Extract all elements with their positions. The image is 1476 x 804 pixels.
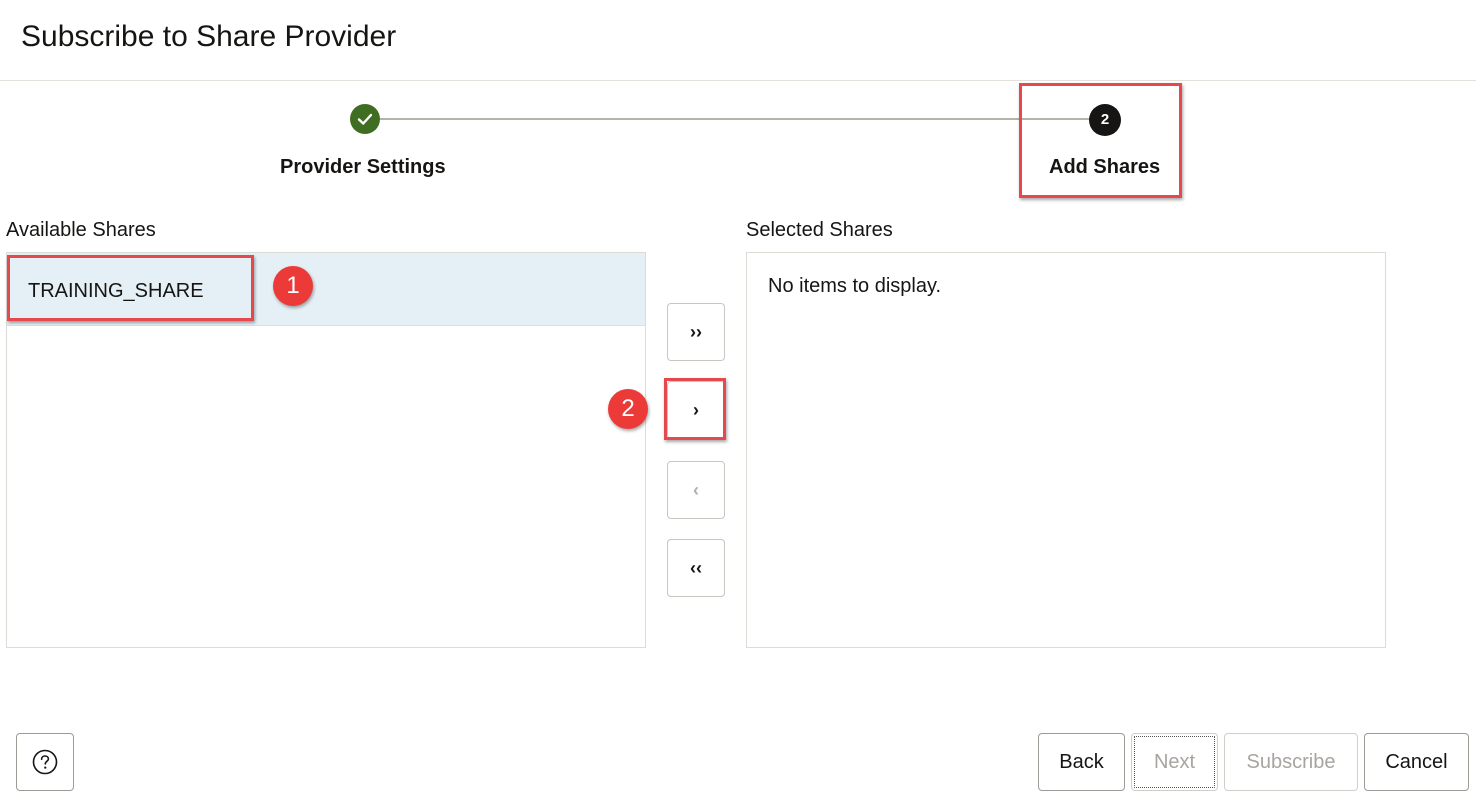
remove-all-button[interactable]: ‹‹: [667, 539, 725, 597]
subscribe-button[interactable]: Subscribe: [1224, 733, 1358, 791]
train-connector: [366, 118, 1104, 120]
header-divider: [0, 80, 1476, 81]
move-all-button[interactable]: ››: [667, 303, 725, 361]
empty-message: No items to display.: [768, 275, 942, 297]
highlight-move-button: [664, 378, 726, 440]
dialog-title: Subscribe to Share Provider: [21, 20, 397, 53]
highlight-add-shares: [1019, 83, 1182, 198]
step-label-provider-settings: Provider Settings: [280, 156, 446, 178]
selected-shares-list[interactable]: No items to display.: [746, 252, 1386, 648]
cancel-button[interactable]: Cancel: [1364, 733, 1469, 791]
available-shares-label: Available Shares: [6, 219, 156, 241]
step-provider-settings[interactable]: [350, 104, 380, 134]
step-badge-2: 2: [608, 389, 648, 429]
help-button[interactable]: [16, 733, 74, 791]
check-icon: [357, 113, 373, 125]
question-circle-icon: [32, 749, 58, 775]
back-button[interactable]: Back: [1038, 733, 1125, 791]
step-badge-1: 1: [273, 266, 313, 306]
remove-selected-button[interactable]: ‹: [667, 461, 725, 519]
highlight-training-share: [7, 255, 254, 321]
selected-shares-label: Selected Shares: [746, 219, 893, 241]
next-button[interactable]: Next: [1131, 733, 1218, 791]
